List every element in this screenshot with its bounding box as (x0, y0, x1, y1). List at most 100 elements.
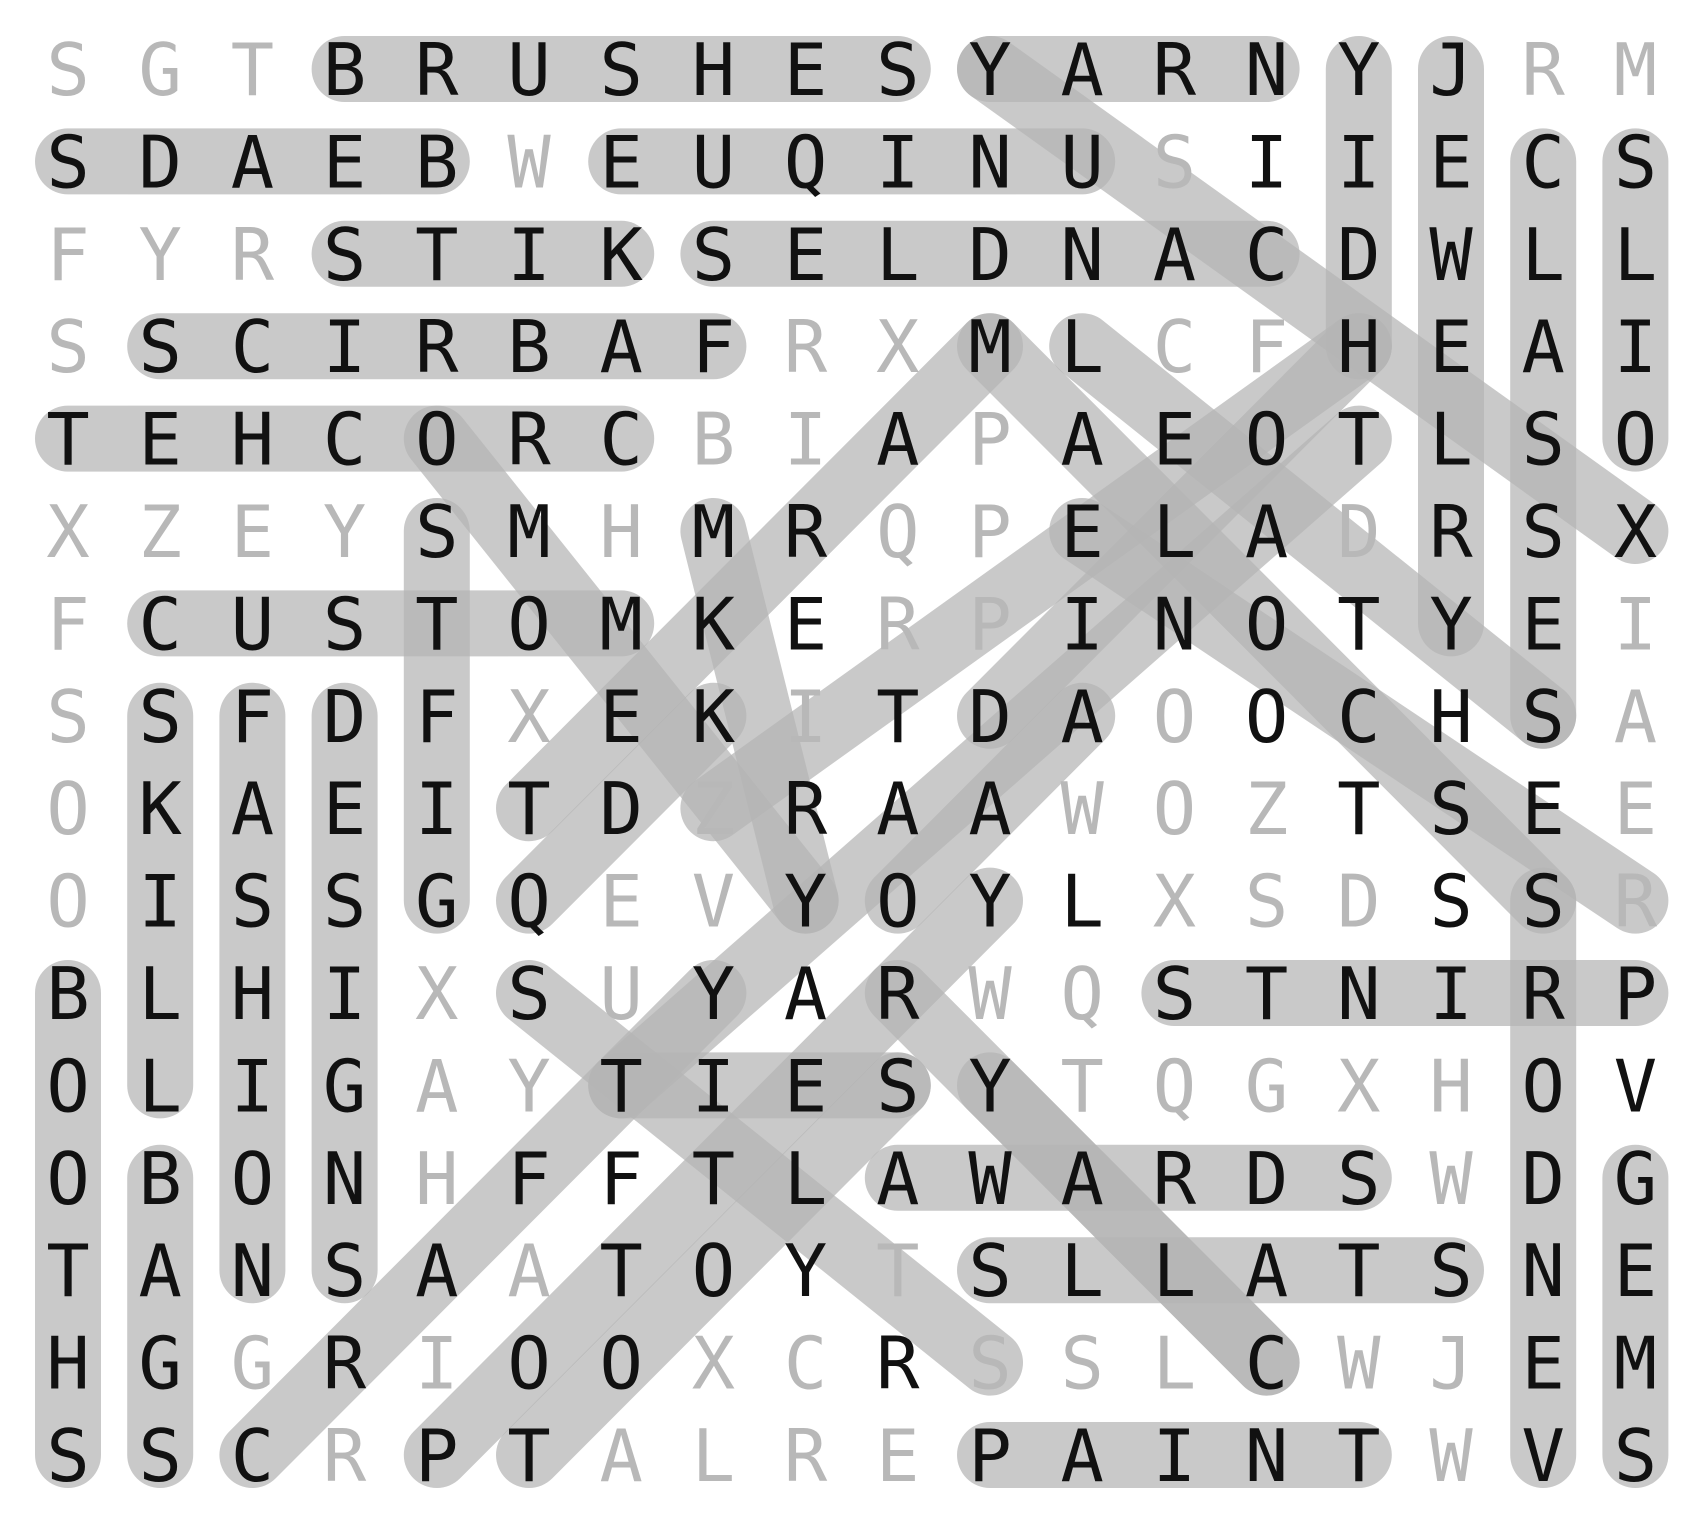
letter-cell[interactable]: Y (968, 28, 1011, 112)
letter-cell[interactable]: T (507, 767, 550, 851)
letter-cell[interactable]: H (1337, 305, 1380, 389)
letter-cell[interactable]: S (507, 952, 550, 1036)
letter-cell[interactable]: C (1522, 120, 1565, 204)
letter-cell[interactable]: O (415, 398, 458, 482)
letter-cell[interactable]: W (968, 1137, 1012, 1221)
letter-cell[interactable]: X (415, 952, 458, 1036)
letter-cell[interactable]: O (1245, 675, 1288, 759)
letter-cell[interactable]: S (1061, 1322, 1104, 1406)
letter-cell[interactable]: A (231, 767, 274, 851)
letter-cell[interactable]: F (1245, 305, 1288, 389)
letter-cell[interactable]: I (876, 120, 919, 204)
letter-cell[interactable]: Y (968, 1044, 1011, 1128)
letter-cell[interactable]: F (415, 675, 458, 759)
letter-cell[interactable]: I (1614, 305, 1657, 389)
letter-cell[interactable]: S (323, 1229, 366, 1313)
letter-cell[interactable]: E (1522, 1322, 1565, 1406)
letter-cell[interactable]: E (876, 1414, 919, 1498)
letter-cell[interactable]: R (1153, 28, 1197, 112)
letter-cell[interactable]: A (1614, 675, 1657, 759)
letter-cell[interactable]: L (139, 1044, 182, 1128)
letter-cell[interactable]: A (1061, 1137, 1104, 1221)
letter-cell[interactable]: G (139, 1322, 182, 1406)
letter-cell[interactable]: C (323, 398, 366, 482)
letter-cell[interactable]: I (1153, 1414, 1196, 1498)
letter-cell[interactable]: E (1614, 767, 1657, 851)
letter-cell[interactable]: S (1522, 675, 1565, 759)
letter-cell[interactable]: P (968, 490, 1011, 574)
letter-cell[interactable]: T (1337, 1229, 1380, 1313)
letter-cell[interactable]: C (231, 305, 274, 389)
letter-cell[interactable]: E (784, 28, 827, 112)
letter-cell[interactable]: Y (1429, 582, 1472, 666)
letter-cell[interactable]: M (968, 305, 1011, 389)
letter-cell[interactable]: E (323, 120, 366, 204)
letter-cell[interactable]: G (323, 1044, 366, 1128)
letter-cell[interactable]: D (1337, 860, 1380, 944)
letter-cell[interactable]: S (600, 28, 643, 112)
letter-cell[interactable]: S (46, 675, 89, 759)
letter-cell[interactable]: W (1429, 213, 1473, 297)
letter-cell[interactable]: T (1337, 767, 1380, 851)
letter-cell[interactable]: L (1153, 490, 1196, 574)
letter-cell[interactable]: O (1522, 1044, 1565, 1128)
letter-cell[interactable]: S (139, 305, 182, 389)
letter-cell[interactable]: M (600, 582, 643, 666)
letter-cell[interactable]: T (876, 1229, 919, 1313)
letter-cell[interactable]: X (876, 305, 919, 389)
letter-cell[interactable]: E (139, 398, 182, 482)
letter-cell[interactable]: H (231, 398, 274, 482)
letter-cell[interactable]: T (600, 1229, 643, 1313)
letter-cell[interactable]: P (1614, 952, 1657, 1036)
letter-cell[interactable]: D (1522, 1137, 1565, 1221)
letter-cell[interactable]: Y (323, 490, 366, 574)
letter-cell[interactable]: C (600, 398, 643, 482)
letter-cell[interactable]: A (784, 952, 827, 1036)
letter-cell[interactable]: S (323, 213, 366, 297)
letter-cell[interactable]: E (1061, 490, 1104, 574)
letter-cell[interactable]: R (876, 952, 920, 1036)
letter-cell[interactable]: L (692, 1414, 735, 1498)
letter-cell[interactable]: L (1153, 1229, 1196, 1313)
letter-cell[interactable]: A (415, 1229, 458, 1313)
letter-cell[interactable]: R (1522, 28, 1566, 112)
letter-cell[interactable]: O (46, 1137, 89, 1221)
letter-cell[interactable]: S (1337, 1137, 1380, 1221)
letter-cell[interactable]: S (1245, 860, 1288, 944)
letter-cell[interactable]: D (1337, 213, 1380, 297)
letter-cell[interactable]: E (1522, 582, 1565, 666)
letter-cell[interactable]: S (876, 1044, 919, 1128)
letter-cell[interactable]: C (139, 582, 182, 666)
letter-cell[interactable]: N (968, 120, 1011, 204)
letter-cell[interactable]: S (1522, 398, 1565, 482)
letter-cell[interactable]: L (1429, 398, 1472, 482)
letter-cell[interactable]: V (692, 860, 735, 944)
letter-cell[interactable]: A (1061, 398, 1104, 482)
letter-cell[interactable]: D (139, 120, 182, 204)
letter-cell[interactable]: Q (507, 860, 550, 944)
letter-cell[interactable]: D (968, 675, 1011, 759)
letter-cell[interactable]: T (1337, 582, 1380, 666)
letter-cell[interactable]: R (784, 1414, 828, 1498)
letter-cell[interactable]: S (323, 860, 366, 944)
letter-cell[interactable]: T (1337, 1414, 1380, 1498)
letter-cell[interactable]: F (46, 582, 89, 666)
letter-cell[interactable]: X (46, 490, 89, 574)
letter-cell[interactable]: M (692, 490, 735, 574)
letter-cell[interactable]: G (231, 1322, 274, 1406)
letter-cell[interactable]: H (231, 952, 274, 1036)
letter-cell[interactable]: Z (1245, 767, 1288, 851)
letter-cell[interactable]: X (1614, 490, 1657, 574)
letter-cell[interactable]: Z (139, 490, 182, 574)
letter-cell[interactable]: M (507, 490, 550, 574)
letter-cell[interactable]: H (600, 490, 643, 574)
letter-cell[interactable]: B (415, 120, 458, 204)
letter-cell[interactable]: S (1153, 120, 1196, 204)
letter-cell[interactable]: I (323, 952, 366, 1036)
letter-cell[interactable]: Y (1337, 28, 1380, 112)
letter-cell[interactable]: R (1522, 952, 1566, 1036)
letter-cell[interactable]: N (1061, 213, 1104, 297)
letter-cell[interactable]: V (1522, 1414, 1565, 1498)
letter-cell[interactable]: O (1153, 767, 1196, 851)
letter-cell[interactable]: R (784, 490, 828, 574)
